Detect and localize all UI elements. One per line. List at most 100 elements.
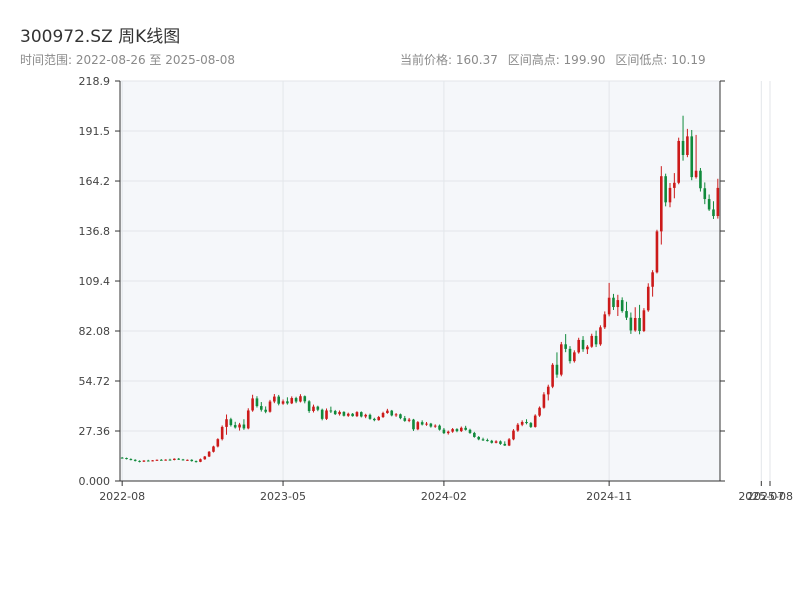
candle-body — [699, 170, 702, 189]
y-tick-label: 136.8 — [79, 225, 111, 238]
candle-body — [542, 394, 546, 408]
candle-body — [712, 209, 715, 217]
candle-body — [229, 419, 233, 426]
candle-body — [377, 417, 380, 421]
x-tick-label: 2025-08 — [747, 490, 793, 503]
candle-body — [394, 414, 398, 416]
candle-body — [194, 461, 198, 463]
candle-body — [694, 170, 698, 178]
candle-body — [333, 411, 337, 415]
candle-body — [642, 310, 646, 331]
candle-body — [673, 182, 676, 188]
candle — [664, 173, 667, 207]
candle-body — [616, 300, 620, 308]
candle-body — [281, 401, 285, 404]
candle-body — [225, 419, 228, 427]
candle-body — [407, 419, 411, 421]
candle-body — [460, 427, 463, 432]
candle — [207, 451, 211, 458]
candle — [203, 455, 207, 460]
candle-body — [151, 460, 154, 462]
candle-body — [538, 407, 541, 416]
candle-body — [486, 440, 489, 442]
candle-body — [464, 427, 467, 430]
x-tick-label: 2023-05 — [260, 490, 306, 503]
candle-body — [438, 425, 441, 430]
candle — [560, 341, 563, 377]
candle-body — [203, 456, 207, 460]
candle-body — [168, 459, 172, 461]
candle — [538, 406, 541, 417]
candle-body — [129, 459, 133, 461]
candle — [268, 399, 272, 413]
candle-body — [164, 459, 167, 461]
candle-body — [329, 410, 333, 412]
candle-body — [351, 413, 354, 417]
candle-body — [268, 401, 272, 412]
candle-body — [512, 430, 515, 440]
candle-body — [494, 441, 498, 443]
candle-body — [120, 457, 124, 459]
candle-body — [425, 423, 428, 425]
candle-body — [607, 297, 611, 315]
candle-body — [586, 346, 589, 350]
candle-body — [490, 440, 494, 443]
candle-body — [403, 418, 407, 421]
candle-body — [455, 429, 459, 432]
candle-body — [625, 311, 628, 318]
candle-body — [316, 406, 320, 410]
candle-body — [177, 458, 180, 460]
candle-body — [651, 272, 654, 287]
candle-body — [451, 429, 454, 432]
candle-body — [299, 396, 302, 402]
candle — [216, 438, 220, 448]
candlestick-chart: 0.000 27.36 54.72 82.08 109.4 136.8 164.2 191.5… — [79, 75, 793, 503]
candle-body — [220, 426, 224, 440]
candle-body — [529, 423, 533, 427]
candle-body — [173, 458, 176, 460]
candle-body — [346, 413, 350, 416]
candle-body — [277, 396, 280, 404]
candle-body — [364, 414, 367, 417]
candle-body — [703, 188, 707, 200]
candle — [512, 429, 515, 441]
candle-body — [381, 413, 385, 418]
candle — [551, 363, 554, 389]
candle-body — [216, 439, 220, 447]
y-tick-label: 0.000 — [79, 475, 111, 488]
candle — [416, 421, 420, 431]
candle-body — [599, 327, 602, 345]
candle-body — [473, 432, 476, 437]
candle-body — [373, 418, 376, 421]
candle-body — [246, 410, 250, 429]
candle — [212, 445, 215, 453]
candle-body — [338, 411, 341, 415]
candle-body — [646, 286, 650, 311]
candle-body — [125, 457, 128, 460]
candle-body — [664, 176, 667, 203]
candle-body — [633, 318, 637, 331]
candle-body — [690, 136, 694, 178]
candle-body — [199, 459, 202, 462]
candle-body — [590, 335, 594, 347]
candle-body — [260, 406, 263, 410]
candle-body — [560, 344, 563, 375]
candle — [646, 283, 650, 312]
candle — [533, 414, 537, 428]
candle — [690, 129, 694, 181]
candle — [542, 392, 546, 409]
y-tick-label: 27.36 — [79, 425, 111, 438]
candle-body — [481, 439, 485, 441]
candle-body — [312, 406, 315, 412]
candle-body — [677, 140, 680, 183]
candle-body — [146, 460, 150, 462]
x-tick-label: 2022-08 — [99, 490, 145, 503]
candle-body — [716, 187, 720, 217]
candle — [412, 418, 415, 431]
x-tick-label: 2024-11 — [586, 490, 632, 503]
candle-body — [286, 401, 289, 404]
candle-body — [655, 231, 659, 273]
y-tick-label: 191.5 — [79, 125, 111, 138]
candle-body — [320, 409, 324, 419]
y-tick-label: 54.72 — [79, 375, 111, 388]
